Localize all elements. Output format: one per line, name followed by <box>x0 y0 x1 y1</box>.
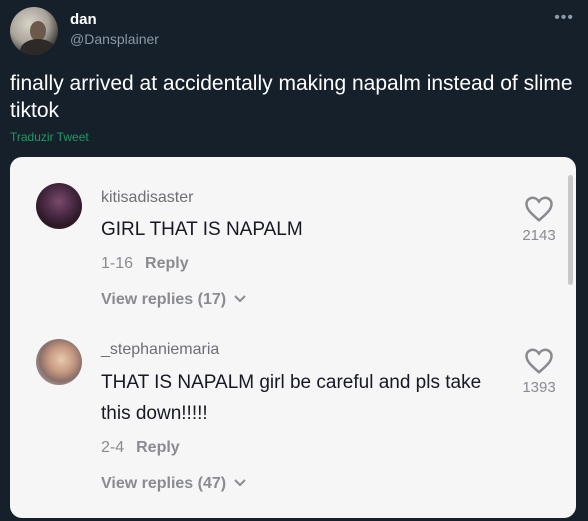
view-replies-label: View replies (47) <box>101 475 227 492</box>
comment-date: 2-4 <box>101 439 125 456</box>
view-replies-button[interactable]: View replies (17) <box>101 291 247 309</box>
comment-username[interactable]: kitisadisaster <box>101 189 193 207</box>
translate-tweet-link[interactable]: Traduzir Tweet <box>10 130 89 144</box>
like-count: 1393 <box>522 379 556 396</box>
tweet-media-screenshot[interactable]: kitisadisaster GIRL THAT IS NAPALM 1-16 R… <box>10 157 576 518</box>
avatar-shirt <box>20 39 56 55</box>
more-horizontal-icon[interactable]: ••• <box>554 9 574 27</box>
scrollbar[interactable] <box>568 175 573 285</box>
heart-icon[interactable] <box>524 195 554 223</box>
comment-username[interactable]: _stephaniemaria <box>101 341 219 359</box>
comment-meta: 1-16 Reply <box>101 255 189 273</box>
chevron-down-icon <box>233 479 246 487</box>
chevron-down-icon <box>233 295 246 303</box>
heart-icon[interactable] <box>524 347 554 375</box>
display-name[interactable]: dan <box>70 11 97 28</box>
reply-button[interactable]: Reply <box>145 255 189 272</box>
reply-button[interactable]: Reply <box>136 439 180 456</box>
view-replies-label: View replies (17) <box>101 291 227 308</box>
view-replies-button[interactable]: View replies (47) <box>101 475 247 493</box>
user-handle[interactable]: @Dansplainer <box>70 31 159 47</box>
tweet-text: finally arrived at accidentally making n… <box>10 72 573 122</box>
tweet-header: dan @Dansplainer ••• <box>10 7 578 57</box>
comment-date: 1-16 <box>101 255 134 272</box>
avatar[interactable] <box>10 7 58 55</box>
comment-avatar[interactable] <box>36 339 82 385</box>
comment-meta: 2-4 Reply <box>101 439 180 457</box>
comment-avatar[interactable] <box>36 183 82 229</box>
avatar-face <box>30 21 46 41</box>
like-count: 2143 <box>522 227 556 244</box>
comment-text: THAT IS NAPALM girl be careful and pls t… <box>101 372 482 424</box>
comment-text: GIRL THAT IS NAPALM <box>101 219 303 240</box>
